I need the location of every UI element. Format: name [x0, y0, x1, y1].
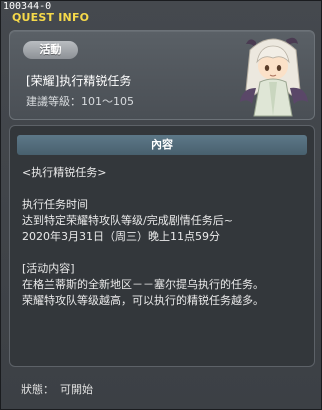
quest-name: [荣耀]执行精锐任务 [26, 74, 132, 88]
description-line: 荣耀特攻队等级越高，可以执行的精锐任务越多。 [22, 294, 264, 307]
status-label: 狀態： [21, 383, 54, 396]
description-line: 在格兰蒂斯的全新地区－－塞尔提乌执行的任务。 [22, 278, 264, 291]
window-title: QUEST INFO [12, 11, 90, 24]
description-line: <执行精锐任务> [22, 166, 107, 179]
content-section-header: 內容 [17, 135, 307, 155]
quest-status: 狀態： 可開始 [21, 381, 99, 397]
npc-portrait-icon [240, 37, 308, 117]
description-line: 执行任务时间 [22, 198, 88, 211]
description-line: 2020年3月31日（周三）晚上11点59分 [22, 230, 220, 243]
quest-header-panel: 活動 [荣耀]执行精锐任务 建議等級：101～105 [9, 30, 315, 120]
quest-description: <执行精锐任务> 执行任务时间 达到特定荣耀特攻队等级/完成剧情任务后~ 202… [22, 165, 308, 309]
description-line: 达到特定荣耀特攻队等级/完成剧情任务后~ [22, 214, 233, 227]
description-line [22, 181, 308, 197]
recommended-level: 建議等級：101～105 [26, 95, 134, 108]
description-line [22, 245, 308, 261]
quest-info-window: 100344-0 QUEST INFO 活動 [荣耀]执行精锐任务 建議等級：1… [0, 0, 322, 410]
description-line: [活动内容] [22, 262, 75, 275]
status-value: 可開始 [60, 383, 93, 396]
event-badge: 活動 [23, 41, 78, 59]
